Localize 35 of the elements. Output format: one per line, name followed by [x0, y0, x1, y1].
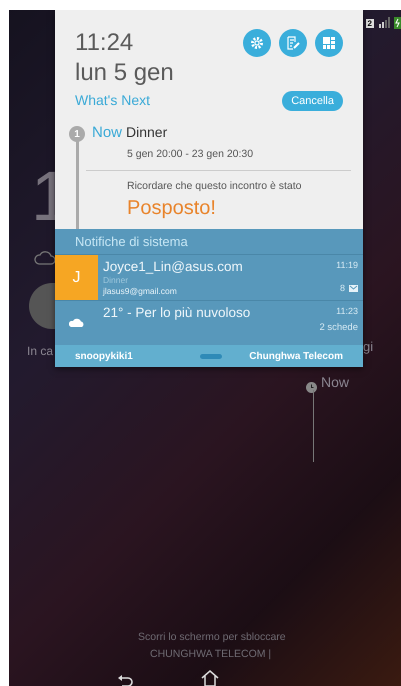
edit-note-icon[interactable] [279, 29, 307, 57]
account-name: snoopykiki1 [75, 350, 133, 364]
reminder-text: Ricordare che questo incontro è stato [126, 179, 303, 194]
notification-title: 21° - Per lo più nuvoloso [103, 304, 252, 321]
weather-label: gi [363, 338, 374, 356]
event-date-range: 5 gen 20:00 - 23 gen 20:30 [126, 146, 254, 162]
message-count: 8 [340, 282, 345, 294]
carrier-label: CHUNGHWA TELECOM | [150, 647, 272, 662]
postponed-status: Posposto! [126, 196, 217, 221]
carrier-name: Chunghwa Telecom [249, 350, 343, 364]
next-label: Now [321, 373, 350, 392]
drag-handle[interactable] [200, 354, 222, 358]
notification-title: Joyce1_Lin@asus.com [103, 258, 244, 275]
home-icon[interactable] [201, 667, 219, 686]
date-label: lun 5 gen [75, 58, 174, 88]
grid-icon[interactable] [315, 29, 343, 57]
notification-detail: 2 schede [319, 320, 358, 334]
clock-time: 11:24 [75, 28, 134, 58]
clear-button[interactable]: Cancella [282, 90, 343, 110]
notification-item[interactable]: J Joyce1_Lin@asus.com Dinner jlasus9@gmail.com 11:19 8 [55, 254, 363, 300]
section-title: What's Next [75, 91, 150, 110]
camera-button[interactable] [29, 283, 55, 329]
avatar: J [55, 255, 98, 300]
camera-label: In ca [27, 343, 54, 360]
settings-icon[interactable] [243, 29, 271, 57]
notification-subtitle: Dinner [103, 275, 130, 285]
notification-time: 11:19 [336, 259, 358, 272]
notification-time: 11:23 [336, 305, 358, 318]
unlock-hint: Scorri lo schermo per sbloccare [138, 630, 286, 645]
event-time-label: Now [92, 123, 122, 143]
event-number-badge: 1 [69, 126, 85, 142]
sim-slot-icon: 2 [366, 18, 374, 28]
notification-detail: jlasus9@gmail.com [103, 285, 178, 297]
notifications-title: Notifiche di sistema [74, 233, 189, 251]
event-title: Dinner [126, 123, 168, 142]
